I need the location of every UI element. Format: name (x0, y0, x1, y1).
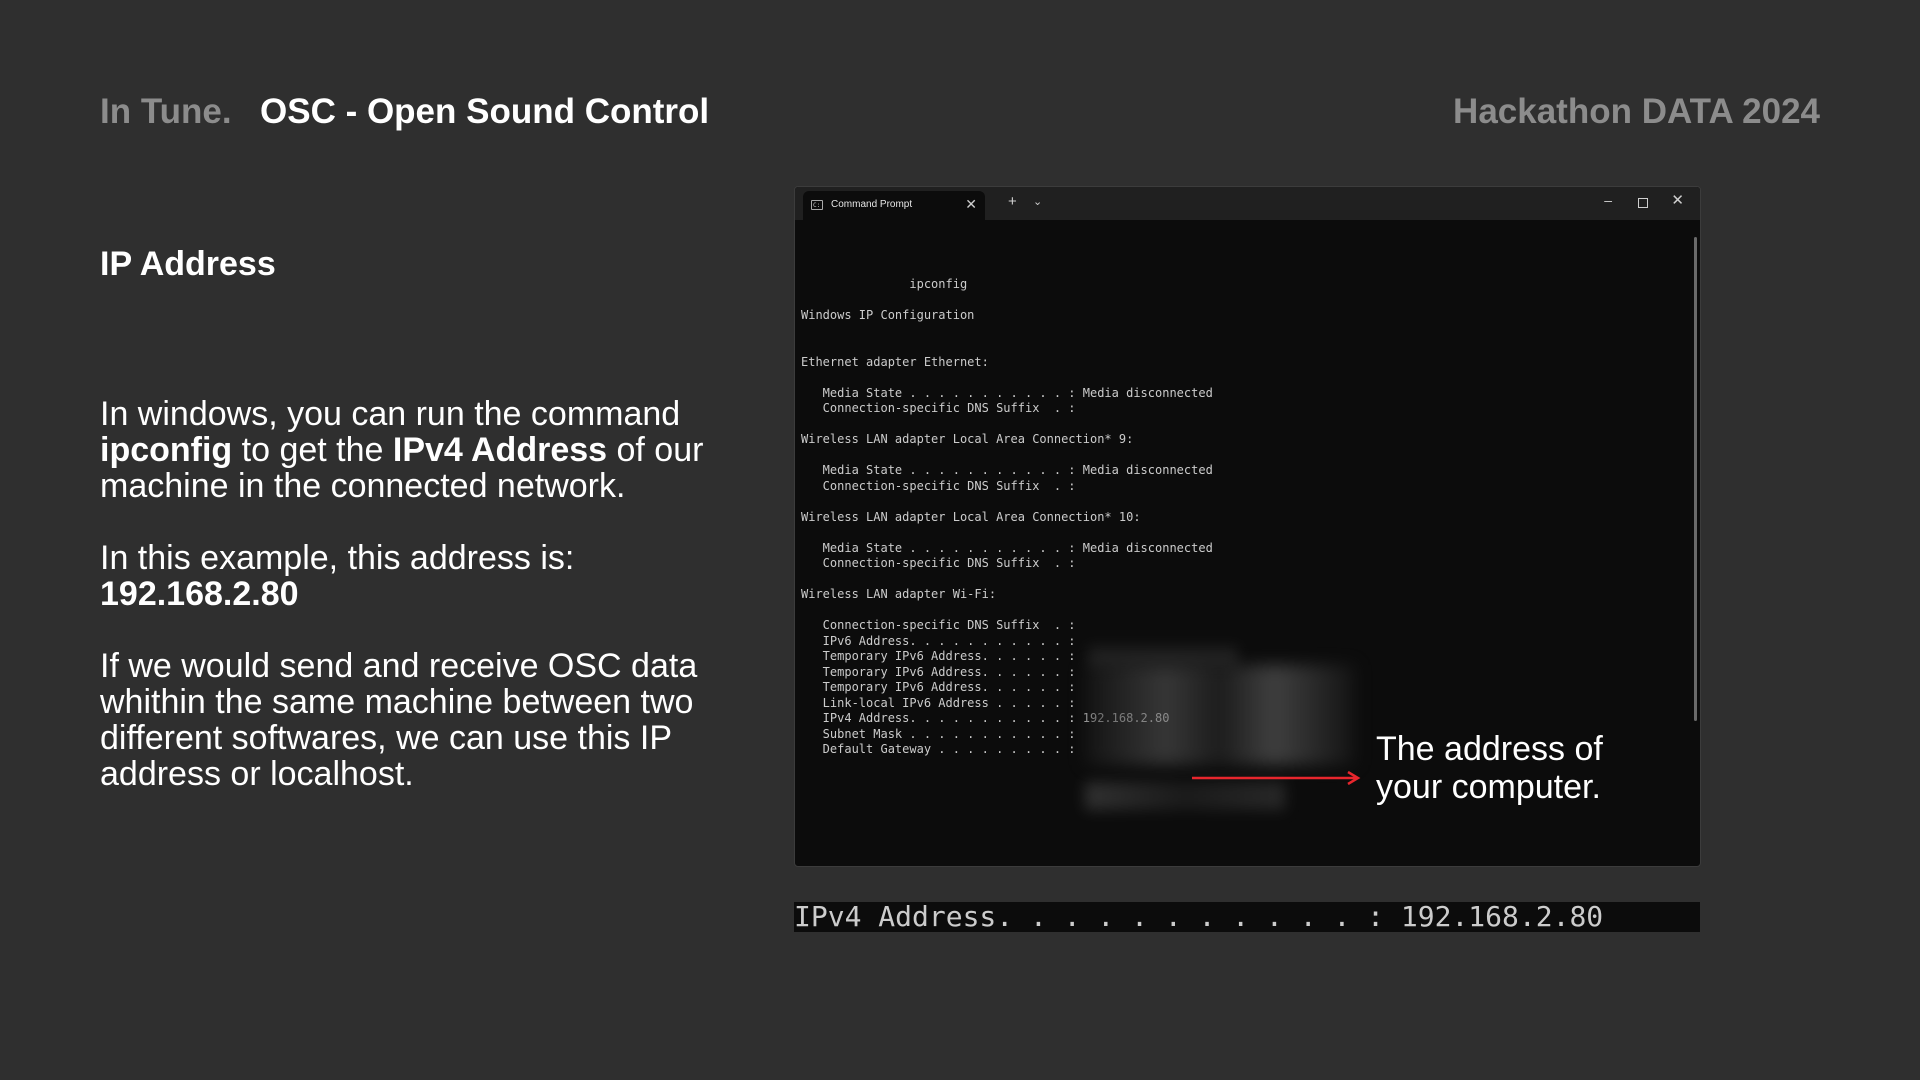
terminal-icon: C: (811, 200, 823, 210)
ipv4-term: IPv4 Address (392, 431, 608, 469)
slide-title: OSC - Open Sound Control (260, 92, 710, 131)
text-run: In windows, you can run the command (100, 395, 681, 433)
paragraph-example: In this example, this address is: 192.16… (100, 540, 760, 612)
example-ip: 192.168.2.80 (100, 575, 299, 613)
maximize-button[interactable] (1638, 198, 1648, 208)
redacted-area (1085, 665, 1355, 765)
event-label: Hackathon DATA 2024 (1453, 92, 1820, 131)
tab-command-prompt[interactable]: C: Command Prompt ✕ (803, 191, 985, 220)
close-tab-icon[interactable]: ✕ (965, 196, 977, 212)
zoomed-ipv4-line: IPv4 Address. . . . . . . . . . . : 192.… (794, 902, 1700, 932)
new-tab-button[interactable]: + (1008, 194, 1017, 210)
command-name: ipconfig (100, 431, 233, 469)
text-run: In this example, this address is: (100, 539, 575, 577)
paragraph-localhost: If we would send and receive OSC data wh… (100, 647, 698, 793)
brand-label: In Tune. (100, 92, 232, 131)
tab-label: Command Prompt (831, 199, 913, 210)
redacted-area (1085, 782, 1285, 810)
arrow-icon (1192, 771, 1361, 785)
redacted-area (1088, 647, 1238, 667)
minimize-button[interactable]: – (1604, 192, 1612, 208)
text-run: to get the (232, 431, 393, 469)
scrollbar[interactable] (1694, 237, 1697, 721)
chevron-down-icon[interactable]: ⌄ (1033, 194, 1042, 210)
close-window-button[interactable]: ✕ (1671, 191, 1684, 209)
section-heading: IP Address (100, 245, 276, 283)
slide-header: In Tune. OSC - Open Sound Control Hackat… (100, 92, 1820, 136)
paragraph-ipconfig: In windows, you can run the command ipco… (100, 396, 760, 504)
title-bar: C: Command Prompt ✕ + ⌄ – ✕ (795, 187, 1700, 220)
callout-text: The address of your computer. (1376, 730, 1603, 806)
body-text: In windows, you can run the command ipco… (100, 396, 760, 828)
